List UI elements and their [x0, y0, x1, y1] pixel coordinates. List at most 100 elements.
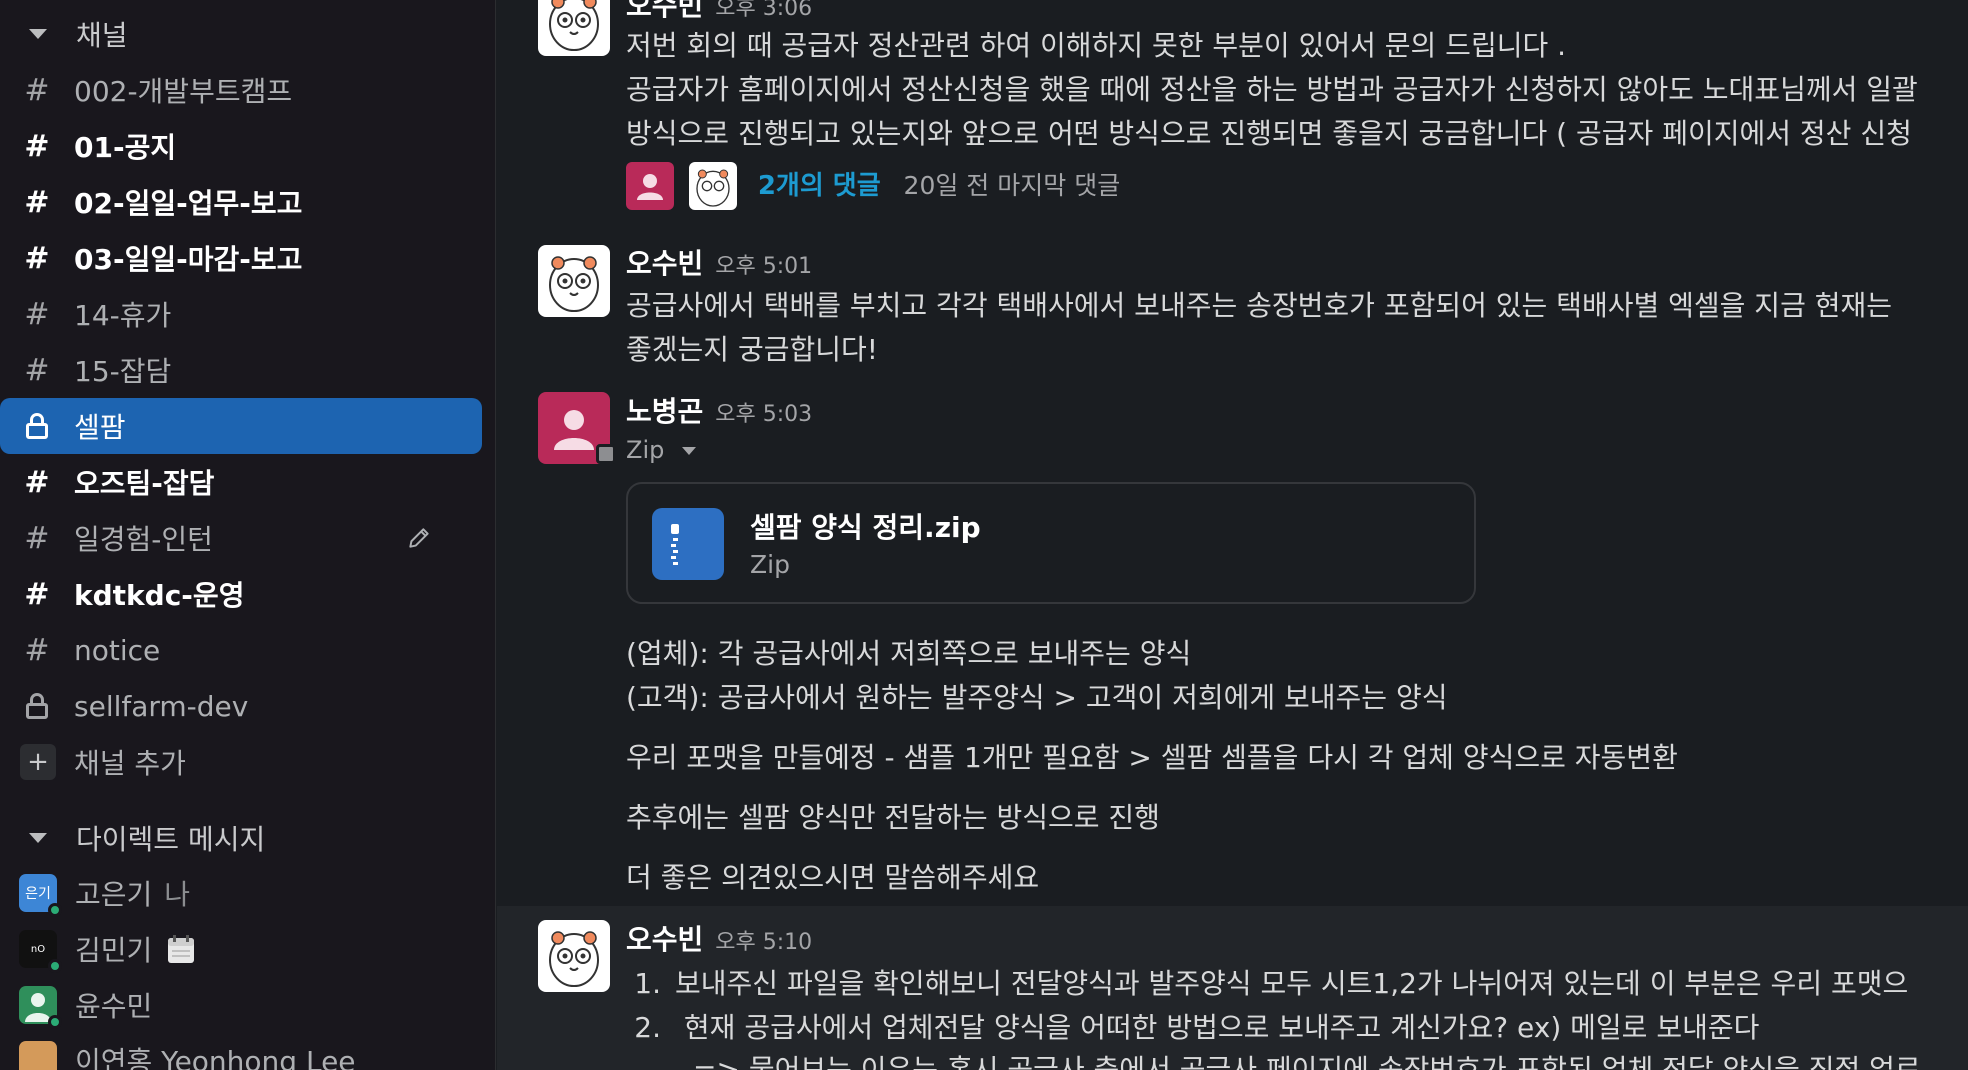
add-channel-label: 채널 추가 [74, 747, 186, 780]
message-text: 좋겠는지 궁금합니다! [626, 333, 878, 366]
sidebar-item-channel[interactable]: # 002-개발부트캠프 [0, 63, 482, 117]
list-item: 1. 보내주신 파일을 확인해보니 전달양식과 발주양식 모두 시트1,2가 나뉘… [617, 962, 1908, 1002]
message-author[interactable]: 오수빈 오후 5:01 [626, 242, 812, 282]
message-timestamp[interactable]: 오후 5:10 [715, 930, 812, 955]
channel-label: 오즈팀-잡담 [74, 467, 215, 500]
sidebar-item-channel[interactable]: # 15-잡담 [0, 343, 482, 397]
message-author[interactable]: 오수빈 오후 3:06 [626, 0, 812, 24]
channels-header-label: 채널 [76, 19, 128, 52]
channel-label: kdtkdc-운영 [74, 579, 245, 612]
lock-icon [0, 413, 74, 439]
hash-icon: # [24, 352, 50, 388]
sidebar: 채널 # 002-개발부트캠프 # 01-공지 # 02-일일-업무-보고 # … [0, 0, 496, 1070]
file-name[interactable]: 셀팜 양식 정리.zip [750, 506, 981, 546]
channel-label: 01-공지 [74, 131, 177, 164]
message-text: 저번 회의 때 공급자 정산관련 하여 이해하지 못한 부분이 있어서 문의 드… [626, 29, 1567, 62]
sidebar-item-dm[interactable]: 이연홍 Yeonhong Lee [0, 1033, 482, 1070]
lock-icon [0, 693, 74, 719]
attachment-label: Zip [626, 436, 665, 464]
dm-label: 고은기 [75, 878, 153, 911]
edit-icon[interactable] [406, 525, 432, 551]
attachment-toggle[interactable]: Zip [626, 436, 696, 464]
sidebar-item-channel[interactable]: # 오즈팀-잡담 [0, 455, 482, 509]
avatar-text: 은기 [25, 886, 51, 902]
list-item-text: 현재 공급사에서 업체전달 양식을 어떠한 방법으로 보내주고 계신가요? ex… [675, 1011, 1760, 1044]
list-number: 1. [634, 967, 661, 1000]
message-author[interactable]: 오수빈 오후 5:10 [626, 918, 812, 958]
sidebar-item-channel[interactable]: # 일경험-인턴 [0, 511, 482, 565]
avatar[interactable] [538, 245, 610, 317]
list-item-text: 보내주신 파일을 확인해보니 전달양식과 발주양식 모두 시트1,2가 나뉘어져… [675, 967, 1909, 1000]
message-text: (업체): 각 공급사에서 저희쪽으로 보내주는 양식 [626, 637, 1192, 670]
thread-summary[interactable]: 2개의 댓글 20일 전 마지막 댓글 [626, 162, 1120, 210]
channel-label: 03-일일-마감-보고 [74, 243, 303, 276]
sidebar-item-channel[interactable]: sellfarm-dev [0, 679, 482, 733]
message-text: 추후에는 셀팜 양식만 전달하는 방식으로 진행 [626, 801, 1160, 834]
avatar-text: nO [30, 943, 46, 955]
author-name[interactable]: 오수빈 [626, 923, 703, 956]
thread-replies-link[interactable]: 2개의 댓글 [758, 171, 881, 201]
message-text: 우리 포맷을 만들예정 - 샘플 1개만 필요함 > 셀팜 셈플을 다시 각 업… [626, 741, 1678, 774]
thread-last-reply: 20일 전 마지막 댓글 [903, 171, 1121, 200]
dm-self-suffix: 나 [164, 878, 191, 911]
hash-icon: # [24, 576, 50, 612]
sidebar-item-dm[interactable]: nO 김민기 [0, 922, 482, 976]
sidebar-item-dm[interactable]: 윤수민 [0, 978, 482, 1032]
hamster-avatar-icon [549, 0, 599, 51]
dm-label: 김민기 [75, 934, 153, 967]
avatar [19, 1041, 57, 1070]
author-name[interactable]: 오수빈 [626, 0, 703, 22]
file-attachment-card[interactable]: 셀팜 양식 정리.zip Zip [626, 482, 1476, 604]
hamster-avatar-icon [549, 256, 599, 312]
message-text: 더 좋은 의견있으시면 말씀해주세요 [626, 861, 1040, 894]
channel-label: 15-잡담 [74, 355, 172, 388]
avatar [626, 162, 674, 210]
message-timestamp[interactable]: 오후 5:03 [715, 402, 812, 427]
add-channel-button[interactable]: + 채널 추가 [0, 735, 482, 789]
message-timestamp[interactable]: 오후 3:06 [715, 0, 812, 21]
message-pane: 오수빈 오후 3:06 저번 회의 때 공급자 정산관련 하여 이해하지 못한 부… [497, 0, 1968, 1070]
channels-section-header[interactable]: 채널 [0, 14, 128, 54]
sidebar-item-channel[interactable]: # 02-일일-업무-보고 [0, 175, 482, 229]
hash-icon: # [24, 72, 50, 108]
plus-icon: + [20, 744, 56, 780]
hash-icon: # [24, 240, 50, 276]
channel-label: 14-휴가 [74, 299, 172, 332]
status-indicator [596, 444, 616, 464]
channel-label: 02-일일-업무-보고 [74, 187, 303, 220]
hash-icon: # [24, 184, 50, 220]
calendar-icon [168, 935, 195, 963]
sidebar-item-channel[interactable]: # 14-휴가 [0, 287, 482, 341]
sidebar-item-dm[interactable]: 은기 고은기 나 [0, 866, 482, 920]
hash-icon: # [24, 464, 50, 500]
presence-indicator [48, 1015, 62, 1029]
author-name[interactable]: 오수빈 [626, 247, 703, 280]
dm-label: 윤수민 [75, 990, 153, 1023]
message-author[interactable]: 노병곤 오후 5:03 [626, 390, 812, 430]
message-text: 공급사에서 택배를 부치고 각각 택배사에서 보내주는 송장번호가 포함되어 있… [626, 289, 1893, 322]
hash-icon: # [24, 128, 50, 164]
dm-section-header[interactable]: 다이렉트 메시지 [0, 818, 265, 858]
hash-icon: # [24, 520, 50, 556]
message-text: 공급자가 홈페이지에서 정산신청을 했을 때에 정산을 하는 방법과 공급자가 … [626, 73, 1918, 106]
sidebar-item-channel-active[interactable]: 셀팜 [0, 398, 482, 454]
avatar [19, 986, 62, 1029]
presence-indicator [48, 903, 62, 917]
channel-label: 셀팜 [74, 411, 126, 444]
sidebar-item-channel[interactable]: # 03-일일-마감-보고 [0, 231, 482, 285]
list-number: 2. [634, 1011, 661, 1044]
sidebar-item-channel[interactable]: # notice [0, 623, 482, 677]
chevron-down-icon [681, 447, 696, 455]
avatar[interactable] [538, 920, 610, 992]
message-text: => 물어보는 이유는 혹시 공급사 측에서 공급사 페이지에 송장번호가 포함… [693, 1053, 1921, 1070]
message-text: 방식으로 진행되고 있는지와 앞으로 어떤 방식으로 진행되면 좋을지 궁금합니… [626, 117, 1912, 150]
chevron-down-icon [29, 29, 47, 39]
avatar[interactable] [538, 0, 610, 56]
chevron-down-icon [29, 833, 47, 843]
author-name[interactable]: 노병곤 [626, 395, 703, 428]
message-timestamp[interactable]: 오후 5:01 [715, 254, 812, 279]
sidebar-item-channel[interactable]: # kdtkdc-운영 [0, 567, 482, 621]
sidebar-item-channel[interactable]: # 01-공지 [0, 119, 482, 173]
dm-header-label: 다이렉트 메시지 [76, 823, 266, 856]
user-icon [637, 174, 663, 200]
